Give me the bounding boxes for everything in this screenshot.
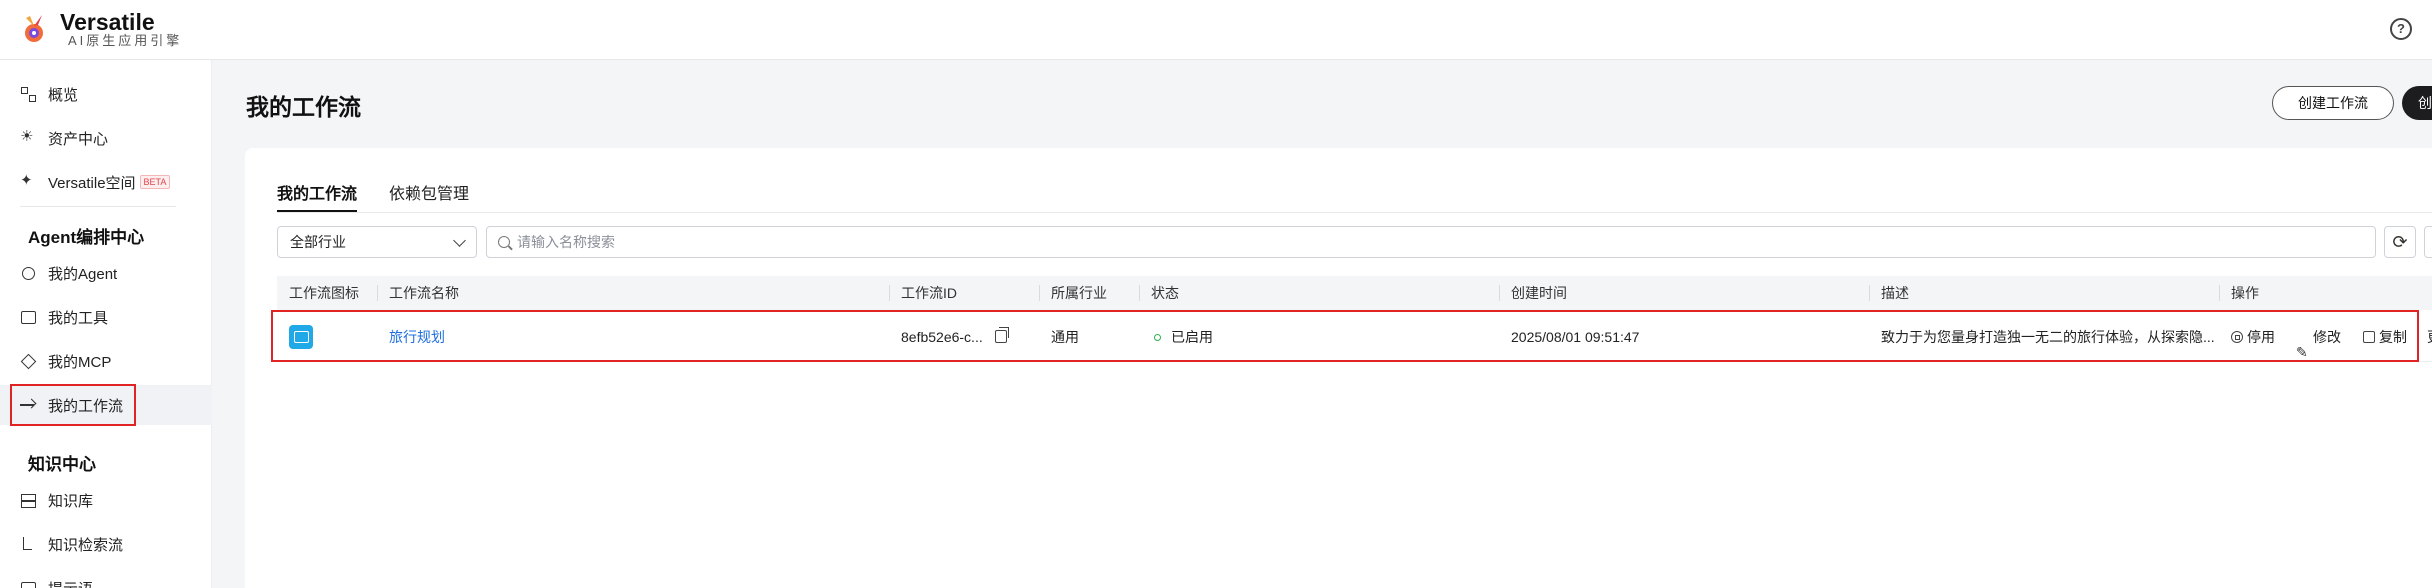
col-separator bbox=[889, 285, 890, 301]
prompt-icon bbox=[20, 580, 36, 588]
tab-my-workflow[interactable]: 我的工作流 bbox=[277, 180, 357, 204]
col-header-icon: 工作流图标 bbox=[289, 285, 359, 301]
sidebar-item-my-agent[interactable]: 我的Agent bbox=[0, 253, 212, 293]
industry-select-value: 全部行业 bbox=[290, 234, 346, 250]
col-header-id: 工作流ID bbox=[901, 285, 957, 301]
database-icon bbox=[20, 492, 36, 508]
sidebar-item-label: 知识检索流 bbox=[48, 536, 124, 554]
table-header: 工作流图标 工作流名称 工作流ID 所属行业 状态 创建时间 描述 操作 bbox=[277, 276, 2432, 310]
sidebar-item-my-mcp[interactable]: 我的MCP bbox=[0, 341, 212, 381]
sidebar-item-label: 知识库 bbox=[48, 492, 94, 510]
sidebar-item-label: 我的工具 bbox=[48, 309, 109, 327]
help-icon[interactable]: ? bbox=[2390, 18, 2412, 40]
col-header-created: 创建时间 bbox=[1511, 285, 1567, 301]
sidebar: 概览 资产中心 Versatile空间 BETA Agent编排中心 我的Age… bbox=[0, 60, 212, 588]
cube-icon bbox=[20, 265, 36, 281]
brand-subtitle: AI原生应用引擎 bbox=[68, 33, 183, 48]
highlight-box-row bbox=[271, 310, 2419, 362]
sidebar-item-label: 概览 bbox=[48, 86, 79, 104]
brand[interactable]: Versatile AI原生应用引擎 bbox=[20, 10, 182, 48]
section-title-knowledge: 知识中心 bbox=[28, 455, 96, 474]
sidebar-item-retrieval-flow[interactable]: 知识检索流 bbox=[0, 524, 212, 564]
refresh-icon: ⟳ bbox=[2392, 232, 2408, 252]
sidebar-item-prompts[interactable]: 提示语 bbox=[0, 568, 212, 588]
layers-icon bbox=[20, 309, 36, 325]
grid-icon bbox=[20, 86, 36, 102]
diamond-icon bbox=[20, 353, 36, 369]
col-separator bbox=[2219, 285, 2220, 301]
col-header-name: 工作流名称 bbox=[389, 285, 459, 301]
col-header-status: 状态 bbox=[1151, 285, 1179, 301]
sidebar-item-label: 我的Agent bbox=[48, 265, 118, 283]
col-header-actions: 操作 bbox=[2231, 285, 2259, 301]
col-header-description: 描述 bbox=[1881, 285, 1909, 301]
tabs-divider bbox=[277, 212, 2432, 213]
section-title-agent: Agent编排中心 bbox=[28, 228, 145, 247]
chevron-down-icon bbox=[453, 234, 466, 247]
search-box[interactable] bbox=[486, 226, 2376, 258]
sidebar-item-overview[interactable]: 概览 bbox=[0, 74, 212, 114]
col-separator bbox=[1039, 285, 1040, 301]
brand-name: Versatile bbox=[60, 9, 155, 35]
industry-select[interactable]: 全部行业 bbox=[277, 226, 477, 258]
col-separator bbox=[1499, 285, 1500, 301]
col-separator bbox=[377, 285, 378, 301]
col-separator bbox=[1139, 285, 1140, 301]
settings-button[interactable] bbox=[2424, 226, 2432, 258]
sidebar-item-label: 我的MCP bbox=[48, 353, 112, 371]
sidebar-item-knowledge-base[interactable]: 知识库 bbox=[0, 480, 212, 520]
sparkle-icon bbox=[20, 171, 36, 190]
content-card bbox=[245, 148, 2432, 588]
col-separator bbox=[1869, 285, 1870, 301]
search-icon bbox=[498, 236, 510, 248]
highlight-box-sidebar bbox=[10, 384, 136, 426]
sidebar-item-label: Versatile空间 bbox=[48, 174, 136, 192]
tab-dependency-packages[interactable]: 依赖包管理 bbox=[389, 180, 469, 204]
top-bar: Versatile AI原生应用引擎 ? bbox=[0, 0, 2432, 60]
sidebar-item-my-tools[interactable]: 我的工具 bbox=[0, 297, 212, 337]
search-input[interactable] bbox=[517, 227, 2317, 257]
beta-badge: BETA bbox=[139, 175, 171, 189]
sidebar-divider bbox=[20, 206, 176, 207]
branch-icon bbox=[20, 536, 36, 552]
primary-action-button[interactable]: 创 bbox=[2402, 86, 2432, 120]
more-action[interactable]: 更 bbox=[2427, 312, 2432, 362]
versatile-logo-icon bbox=[25, 15, 43, 42]
create-workflow-button[interactable]: 创建工作流 bbox=[2272, 86, 2394, 120]
sidebar-item-space[interactable]: Versatile空间 BETA bbox=[0, 162, 212, 202]
sidebar-item-label: 资产中心 bbox=[48, 130, 109, 148]
page-title: 我的工作流 bbox=[246, 94, 361, 120]
sidebar-item-assets[interactable]: 资产中心 bbox=[0, 118, 212, 158]
sidebar-item-label: 提示语 bbox=[48, 578, 93, 588]
refresh-button[interactable]: ⟳ bbox=[2384, 226, 2416, 258]
bulb-icon bbox=[20, 127, 36, 146]
col-header-industry: 所属行业 bbox=[1051, 285, 1107, 301]
